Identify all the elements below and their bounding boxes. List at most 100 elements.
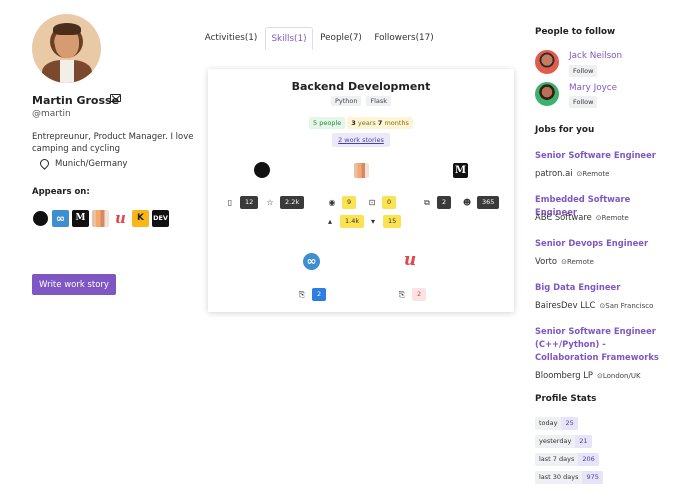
stat-value: 2 [437, 196, 452, 209]
job-location: Remote [566, 258, 594, 266]
infinity-courses-stat: ⎘ 2 [296, 288, 327, 301]
job-title[interactable]: Senior Software Engineer (C++/Python) - … [535, 325, 670, 364]
profile-handle: @martin [32, 109, 71, 119]
tab-skills[interactable]: Skills(1) [265, 27, 313, 50]
articles-icon: ⧉ [424, 197, 430, 207]
udemy-icon[interactable]: u [112, 210, 129, 227]
stat-value: 0 [382, 196, 397, 209]
stat-label: yesterday [535, 435, 576, 448]
skill-meta: 5 people 3 years 7 months [208, 117, 514, 129]
stackshare-views-stat: ◉ 9 [326, 196, 357, 209]
upvote-icon: ▴ [327, 217, 332, 226]
stat-value: 15 [383, 215, 402, 228]
profile-bio: Entrepreunur, Product Manager. I love ca… [32, 132, 194, 154]
stat-label: last 30 days [535, 471, 583, 484]
person-name[interactable]: Jack Neilson [569, 51, 622, 61]
tab-activities[interactable]: Activities(1) [202, 27, 260, 50]
job-company: Bloomberg LP [535, 370, 593, 380]
skill-title: Backend Development [291, 80, 431, 93]
write-work-story-button[interactable]: Write work story [32, 274, 116, 295]
people-count-badge: 5 people [309, 117, 346, 129]
profile-stats-title: Profile Stats [535, 394, 597, 404]
job-meta: ABC Software ⊙Remote [535, 212, 629, 222]
medium-icon[interactable]: M [453, 163, 468, 178]
eye-icon: ◉ [328, 198, 336, 207]
repo-icon: ▯ [227, 198, 233, 207]
github-icon[interactable] [253, 161, 271, 179]
job-company: patron.ai [535, 168, 573, 178]
stat-value: 206 [578, 453, 599, 466]
work-stories-link[interactable]: 2 work stories [332, 133, 390, 147]
stat-value: 975 [582, 471, 603, 484]
stat-value: 2 [312, 288, 327, 301]
job-meta: Vorto ⊙Remote [535, 256, 594, 266]
avatar[interactable] [535, 82, 559, 106]
stackshare-upvotes-stat: ▴ 1.4k [324, 215, 365, 228]
profile-stat-row: last 7 days 206 [535, 453, 599, 466]
stackshare-downvotes-stat: ▾ 15 [367, 215, 402, 228]
medium-followers-stat: ☻ 365 [461, 196, 500, 209]
stackshare-icon[interactable] [92, 210, 109, 227]
stat-label: last 7 days [535, 453, 579, 466]
people-to-follow-title: People to follow [535, 27, 616, 37]
tab-followers[interactable]: Followers(17) [374, 27, 434, 50]
dev-icon[interactable]: DEV [152, 210, 169, 227]
course-icon: ⎘ [398, 289, 406, 299]
profile-stat-row: today 25 [535, 417, 578, 430]
infinity-icon[interactable]: ∞ [52, 210, 69, 227]
followers-icon: ☻ [462, 198, 472, 207]
profile-name: Martin Grosse [32, 94, 120, 107]
job-title[interactable]: Senior Devops Engineer [535, 237, 670, 250]
skill-tag: Flask [366, 96, 392, 106]
stat-value: 2.2k [280, 196, 305, 209]
job-location: San Francisco [605, 302, 654, 310]
star-icon: ☆ [266, 198, 274, 207]
infinity-icon[interactable]: ∞ [303, 253, 320, 270]
avatar[interactable] [535, 50, 559, 74]
person-name[interactable]: Mary Joyce [569, 83, 617, 93]
follow-button[interactable]: Follow [569, 65, 598, 77]
stat-value: 21 [575, 435, 592, 448]
skill-card: Backend Development Python Flask 5 peopl… [208, 69, 514, 312]
job-location: Remote [601, 214, 629, 222]
profile-avatar [32, 14, 101, 83]
stat-value: 365 [477, 196, 500, 209]
profile-tabs: Activities(1) Skills(1) People(7) Follow… [202, 27, 442, 50]
skill-tag: Python [330, 96, 362, 106]
stat-value: 2 [412, 288, 427, 301]
profile-stat-row: last 30 days 975 [535, 471, 603, 484]
tab-people[interactable]: People(7) [317, 27, 365, 50]
stackshare-issues-stat: ⊡ 0 [366, 196, 397, 209]
udemy-courses-stat: ⎘ 2 [396, 288, 427, 301]
github-repos-stat: ▯ 12 [224, 196, 259, 209]
job-location: Remote [582, 170, 610, 178]
kaggle-icon[interactable]: K [132, 210, 149, 227]
medium-icon[interactable]: M [72, 210, 89, 227]
appears-on-label: Appears on: [32, 187, 90, 197]
mail-icon[interactable] [110, 94, 121, 102]
job-location: London/UK [602, 372, 641, 380]
job-meta: patron.ai ⊙Remote [535, 168, 609, 178]
github-stars-stat: ☆ 2.2k [264, 196, 305, 209]
profile-location: Munich/Germany [55, 159, 128, 169]
jobs-title: Jobs for you [535, 125, 595, 135]
issue-icon: ⊡ [368, 198, 376, 207]
udemy-icon[interactable]: u [401, 251, 419, 269]
stat-value: 25 [561, 417, 578, 430]
job-meta: Bloomberg LP ⊙London/UK [535, 370, 641, 380]
stat-value: 9 [342, 196, 357, 209]
work-stories: 2 work stories [208, 133, 514, 147]
job-title[interactable]: Senior Software Engineer [535, 149, 670, 162]
job-title[interactable]: Big Data Engineer [535, 281, 670, 294]
skill-tags: Python Flask [208, 96, 514, 106]
profile-stat-row: yesterday 21 [535, 435, 592, 448]
stackshare-icon[interactable] [354, 163, 369, 178]
job-company: ABC Software [535, 212, 592, 222]
stat-value: 12 [240, 196, 259, 209]
follow-button[interactable]: Follow [569, 96, 598, 108]
experience-badge: 3 years 7 months [347, 117, 413, 129]
stat-label: today [535, 417, 562, 430]
course-icon: ⎘ [298, 289, 306, 299]
github-icon[interactable] [32, 210, 49, 227]
downvote-icon: ▾ [370, 217, 375, 226]
